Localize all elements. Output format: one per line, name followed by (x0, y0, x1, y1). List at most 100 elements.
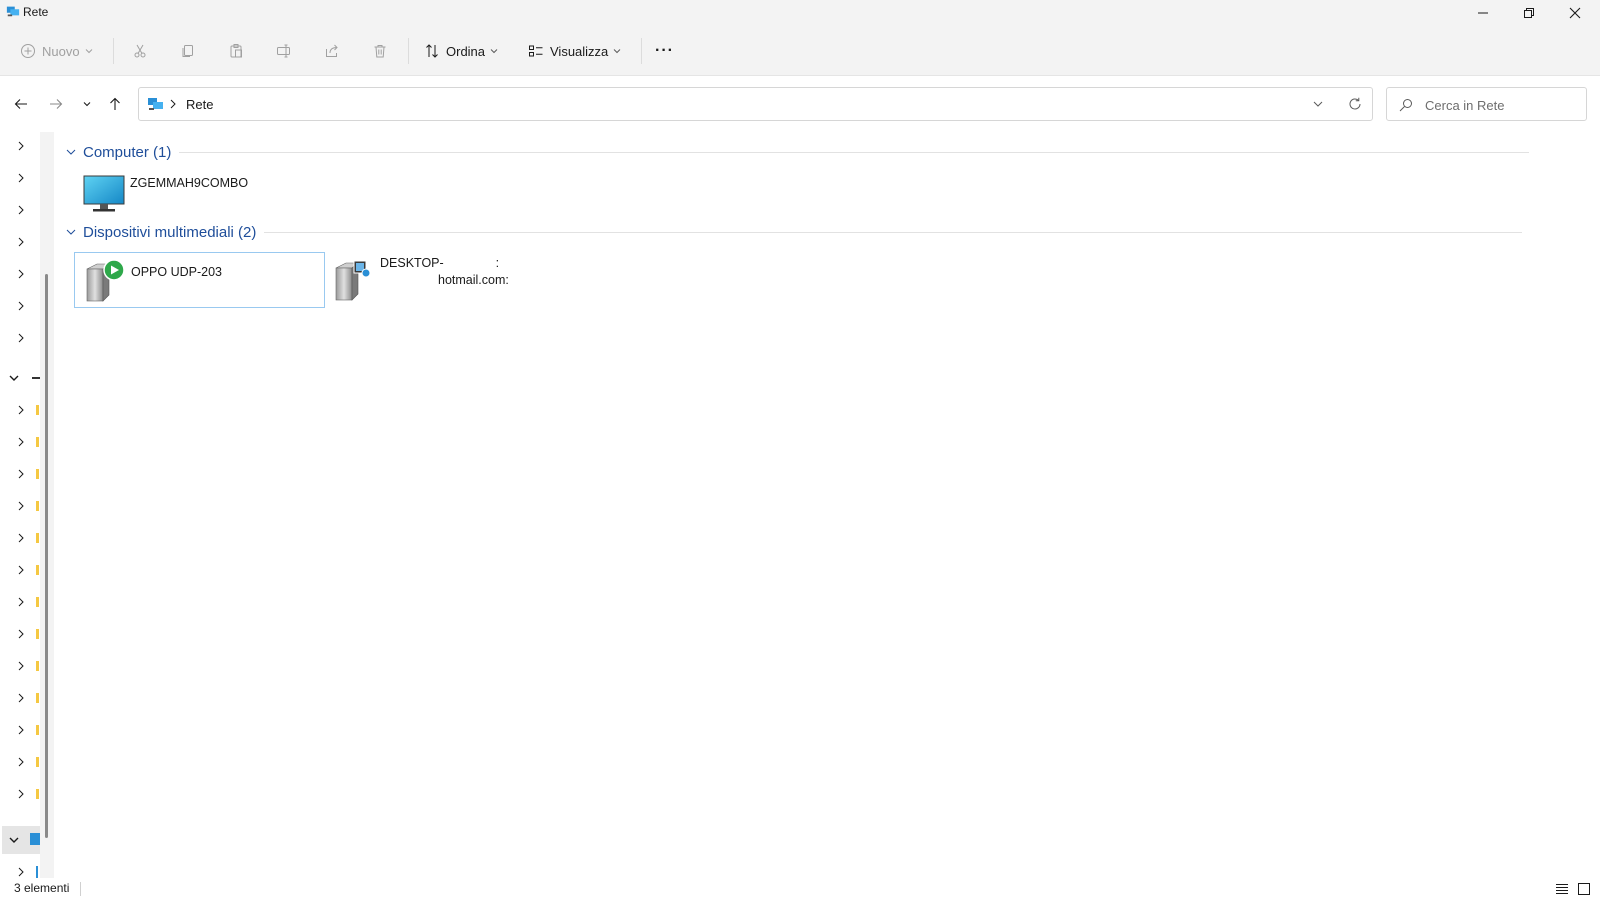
copy-icon (182, 45, 193, 57)
tree-item[interactable] (0, 396, 40, 424)
restore-button[interactable] (1506, 0, 1552, 26)
computer-icon (36, 866, 38, 878)
chevron-right-icon (18, 405, 24, 415)
chevron-down-icon (66, 229, 76, 235)
delete-button[interactable] (372, 38, 388, 64)
tree-item[interactable] (0, 164, 40, 192)
search-icon (1399, 99, 1412, 112)
navigation-scrollbar[interactable] (45, 274, 48, 838)
tree-item[interactable] (0, 196, 40, 224)
recent-locations-button[interactable] (77, 94, 97, 114)
chevron-right-icon (18, 757, 24, 767)
view-button[interactable]: Visualizza (528, 38, 621, 64)
tree-item[interactable] (0, 524, 40, 552)
arrow-right-icon (50, 99, 63, 109)
group-header-computer[interactable]: Computer (1) (62, 140, 1530, 164)
minimize-button[interactable] (1460, 0, 1506, 26)
folder-icon (36, 693, 39, 703)
group-label: Dispositivi multimediali (2) (83, 223, 257, 241)
folder-icon (36, 437, 39, 447)
tree-item[interactable] (0, 780, 40, 808)
paste-icon (230, 44, 242, 58)
chevron-right-icon (18, 725, 24, 735)
chevron-right-icon (18, 597, 24, 607)
paste-button[interactable] (228, 38, 244, 64)
group-divider (264, 231, 1523, 233)
chevron-right-icon (18, 173, 24, 183)
tree-item[interactable] (0, 620, 40, 648)
tree-item[interactable] (0, 556, 40, 584)
forward-button[interactable] (46, 94, 66, 114)
item-count: 3 elementi (14, 881, 70, 895)
list-item-media-device[interactable]: OPPO UDP-203 (74, 252, 325, 308)
tree-item[interactable] (0, 716, 40, 744)
chevron-down-icon (85, 49, 92, 54)
sort-button[interactable]: Ordina (424, 38, 498, 64)
list-item-media-device[interactable]: DESKTOP-: hotmail.com: (324, 252, 574, 308)
share-button[interactable] (324, 38, 340, 64)
tree-item[interactable] (0, 132, 40, 160)
folder-icon (36, 789, 39, 799)
tree-item[interactable] (0, 748, 40, 776)
network-icon (30, 833, 40, 845)
title-bar: Rete (0, 0, 1600, 26)
close-button[interactable] (1552, 0, 1598, 26)
separator (80, 882, 81, 896)
tree-item-expanded[interactable] (0, 364, 40, 392)
tree-item-network[interactable] (2, 826, 40, 854)
more-button[interactable]: ··· (655, 38, 674, 64)
separator (113, 38, 114, 64)
folder-icon (36, 757, 39, 767)
details-view-button[interactable] (1554, 881, 1570, 897)
copy-button[interactable] (180, 38, 196, 64)
chevron-down-icon (9, 837, 19, 843)
tree-item[interactable] (0, 428, 40, 456)
arrow-left-icon (14, 99, 27, 109)
group-header-media-devices[interactable]: Dispositivi multimediali (2) (62, 220, 1523, 244)
chevron-right-icon (18, 301, 24, 311)
search-box[interactable] (1386, 87, 1587, 121)
up-button[interactable] (105, 94, 125, 114)
view-icon (529, 45, 543, 57)
chevron-down-icon (613, 49, 621, 54)
item-name-prefix: DESKTOP- (380, 256, 444, 270)
separator (641, 38, 642, 64)
new-label: Nuovo (42, 43, 80, 59)
folder-icon (36, 565, 39, 575)
rename-button[interactable] (276, 38, 292, 64)
rename-icon (277, 44, 290, 58)
tree-item[interactable] (0, 652, 40, 680)
new-button[interactable]: Nuovo (20, 38, 93, 64)
monitor-icon (83, 175, 125, 212)
tiles-view-button[interactable] (1576, 881, 1592, 897)
chevron-down-icon (66, 149, 76, 155)
tree-item[interactable] (0, 292, 40, 320)
network-icon (6, 6, 20, 17)
tree-item[interactable] (0, 492, 40, 520)
address-dropdown-icon[interactable] (1312, 98, 1324, 110)
tree-item[interactable] (0, 588, 40, 616)
cut-button[interactable] (132, 38, 148, 64)
refresh-icon[interactable] (1348, 97, 1362, 111)
tree-item[interactable] (0, 260, 40, 288)
folder-icon (36, 725, 39, 735)
chevron-right-icon (18, 565, 24, 575)
breadcrumb-rete[interactable]: Rete (186, 97, 213, 112)
address-bar[interactable]: Rete (138, 87, 1373, 121)
chevron-right-icon (18, 629, 24, 639)
tree-item[interactable] (0, 228, 40, 256)
tree-item[interactable] (0, 324, 40, 352)
tree-item[interactable] (0, 460, 40, 488)
list-item-computer[interactable]: ZGEMMAH9COMBO (74, 166, 314, 222)
chevron-right-icon (18, 437, 24, 447)
media-server-library-icon (335, 260, 371, 301)
restore-icon (1524, 8, 1534, 18)
content-view: Computer (1) ZGEMMAH9COMBO Dispositivi m… (62, 132, 1600, 878)
minimize-icon (1478, 12, 1488, 14)
close-icon (1569, 7, 1581, 19)
back-button[interactable] (11, 94, 31, 114)
search-input[interactable] (1425, 96, 1575, 114)
tree-item[interactable] (0, 684, 40, 712)
item-name: ZGEMMAH9COMBO (130, 176, 249, 190)
chevron-right-icon (18, 789, 24, 799)
